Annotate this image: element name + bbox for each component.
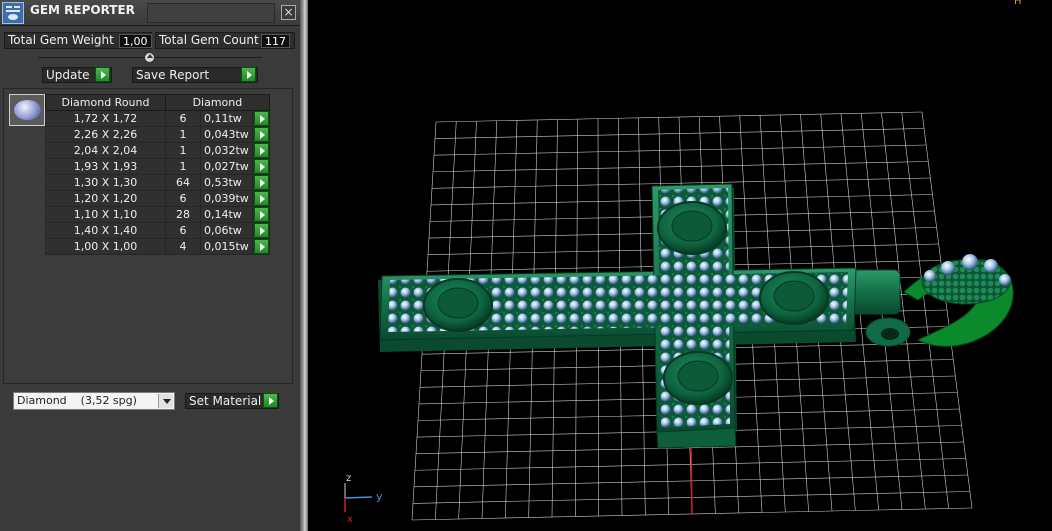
row-go-cell — [251, 126, 270, 143]
close-icon[interactable]: × — [281, 5, 296, 20]
table-row[interactable]: 2,26 X 2,26 1 0,043tw — [45, 126, 270, 143]
row-go-icon[interactable] — [253, 127, 269, 142]
row-go-cell — [251, 158, 270, 175]
gem-count: 6 — [165, 110, 201, 127]
axis-label-z: z — [346, 473, 351, 484]
column-header-shape: Diamond Round — [45, 94, 166, 111]
grid-line — [901, 112, 949, 509]
gem-size: 1,93 X 1,93 — [45, 158, 166, 175]
gem-count: 4 — [165, 238, 201, 255]
update-go-icon[interactable] — [95, 67, 110, 82]
axis-label-y: y — [376, 490, 383, 503]
row-go-cell — [251, 110, 270, 127]
gem-count: 28 — [165, 206, 201, 223]
title-bar[interactable]: GEM REPORTER × — [0, 0, 300, 26]
total-gem-count-box: Total Gem Count 117 — [155, 32, 295, 49]
3d-viewport[interactable]: z y x H — [308, 0, 1052, 531]
gem-size: 2,26 X 2,26 — [45, 126, 166, 143]
gem-size: 1,72 X 1,72 — [45, 110, 166, 127]
gem-weight: 0,11tw — [200, 110, 253, 127]
save-report-go-icon[interactable] — [241, 67, 256, 82]
table-row[interactable]: 1,20 X 1,20 6 0,039tw — [45, 190, 270, 207]
table-row[interactable]: 1,00 X 1,00 4 0,015tw — [45, 238, 270, 255]
total-gem-count-value: 117 — [261, 34, 290, 48]
gem-count: 6 — [165, 190, 201, 207]
title-bar-fill — [147, 3, 275, 23]
y-axis-line — [344, 496, 373, 499]
total-gem-count-label: Total Gem Count — [159, 33, 259, 47]
set-material-button-label: Set Material — [189, 394, 262, 408]
row-go-icon[interactable] — [253, 175, 269, 190]
row-go-icon[interactable] — [253, 207, 269, 222]
total-gem-weight-label: Total Gem Weight — [8, 33, 114, 47]
row-go-icon[interactable] — [253, 239, 269, 254]
gem-count: 1 — [165, 126, 201, 143]
row-go-icon[interactable] — [253, 111, 269, 126]
gem-size: 1,40 X 1,40 — [45, 222, 166, 239]
gem-weight: 0,039tw — [200, 190, 253, 207]
gem-reporter-panel: GEM REPORTER × Total Gem Weight 1,00 Tot… — [0, 0, 300, 531]
window-title: GEM REPORTER — [30, 3, 135, 17]
row-go-icon[interactable] — [253, 143, 269, 158]
gem-weight: 0,043tw — [200, 126, 253, 143]
table-row[interactable]: 1,40 X 1,40 6 0,06tw — [45, 222, 270, 239]
gem-size: 1,30 X 1,30 — [45, 174, 166, 191]
save-report-button-label: Save Report — [136, 68, 210, 82]
gem-size: 1,10 X 1,10 — [45, 206, 166, 223]
axis-label-x: x — [347, 514, 353, 525]
x-axis-line — [690, 447, 693, 515]
gem-weight: 0,06tw — [200, 222, 253, 239]
row-go-icon[interactable] — [253, 159, 269, 174]
total-gem-weight-box: Total Gem Weight 1,00 — [4, 32, 152, 49]
table-row[interactable]: 1,93 X 1,93 1 0,027tw — [45, 158, 270, 175]
grid-line — [921, 111, 973, 509]
gem-count: 6 — [165, 222, 201, 239]
collapse-toggle-icon[interactable] — [144, 52, 155, 63]
table-row[interactable]: 1,10 X 1,10 28 0,14tw — [45, 206, 270, 223]
update-button[interactable]: Update — [42, 67, 112, 83]
set-material-go-icon[interactable] — [263, 393, 278, 408]
gem-count: 1 — [165, 142, 201, 159]
diamond-round-thumbnail-icon[interactable] — [9, 94, 45, 126]
row-go-cell — [251, 190, 270, 207]
gem-weight: 0,032tw — [200, 142, 253, 159]
gem-table: Diamond Round Diamond 1,72 X 1,72 6 0,11tw… — [45, 94, 270, 255]
gem-reporter-app-icon — [2, 2, 24, 24]
pendant-bail — [847, 254, 1014, 347]
gem-weight: 0,027tw — [200, 158, 253, 175]
viewport-canvas[interactable]: z y x — [308, 0, 1052, 531]
set-material-button[interactable]: Set Material — [185, 393, 279, 409]
row-go-cell — [251, 222, 270, 239]
save-report-button[interactable]: Save Report — [132, 67, 258, 83]
corner-indicator: H — [1014, 0, 1022, 7]
gem-size: 1,00 X 1,00 — [45, 238, 166, 255]
column-header-material: Diamond — [165, 94, 270, 111]
row-go-icon[interactable] — [253, 223, 269, 238]
axis-indicator: z y x — [344, 473, 383, 525]
table-row[interactable]: 2,04 X 2,04 1 0,032tw — [45, 142, 270, 159]
total-gem-weight-value: 1,00 — [119, 34, 152, 48]
material-dropdown[interactable]: Diamond (3,52 spg) — [13, 392, 175, 410]
panel-splitter[interactable] — [300, 0, 308, 531]
cross-pendant-model — [378, 183, 857, 449]
table-row[interactable]: 1,30 X 1,30 64 0,53tw — [45, 174, 270, 191]
gem-size: 1,20 X 1,20 — [45, 190, 166, 207]
update-button-label: Update — [46, 68, 90, 82]
table-row[interactable]: 1,72 X 1,72 6 0,11tw — [45, 110, 270, 127]
row-go-cell — [251, 174, 270, 191]
gem-size: 2,04 X 2,04 — [45, 142, 166, 159]
gem-weight: 0,53tw — [200, 174, 253, 191]
row-go-cell — [251, 142, 270, 159]
row-go-cell — [251, 238, 270, 255]
row-go-cell — [251, 206, 270, 223]
gem-count: 1 — [165, 158, 201, 175]
material-dropdown-value: Diamond (3,52 spg) — [17, 394, 137, 407]
gem-weight: 0,015tw — [200, 238, 253, 255]
chevron-down-icon[interactable] — [158, 394, 173, 408]
gem-count: 64 — [165, 174, 201, 191]
row-go-icon[interactable] — [253, 191, 269, 206]
gem-weight: 0,14tw — [200, 206, 253, 223]
